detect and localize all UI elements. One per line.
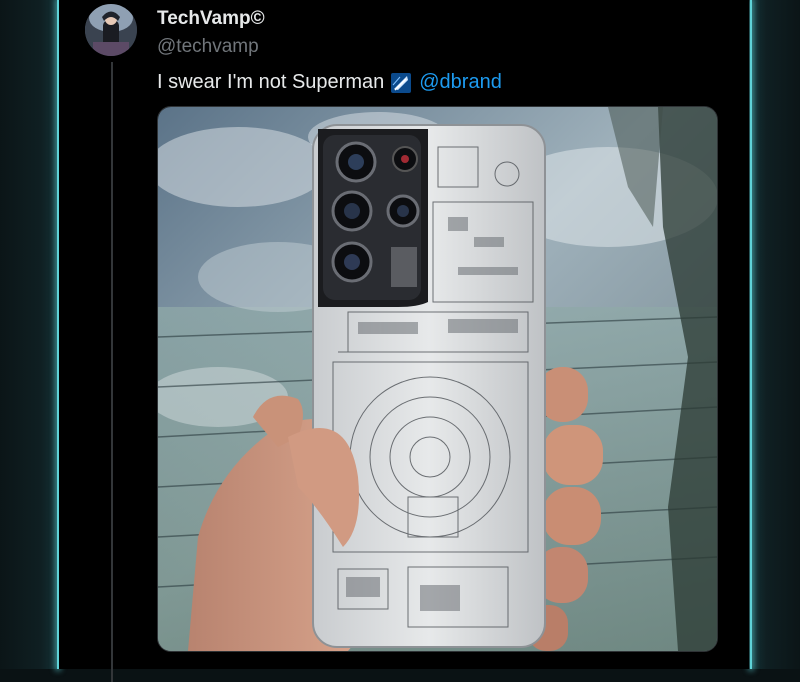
display-name[interactable]: TechVamp© [157,8,265,30]
user-handle[interactable]: @techvamp [157,36,259,58]
tweet-card[interactable]: TechVamp© @techvamp I swear I'm not Supe… [59,0,749,682]
left-edge-panel [0,0,58,669]
dbrand-flag-icon [391,72,412,93]
right-glow-border [750,0,752,669]
thread-line [111,62,113,682]
avatar[interactable] [85,4,137,56]
tweet-body: I swear I'm not Superman [157,71,385,93]
tweet-photo[interactable] [157,106,718,652]
right-edge-panel [752,0,800,669]
tweet-text: I swear I'm not Superman @dbrand [157,71,502,94]
mention-link[interactable]: @dbrand [419,71,502,94]
